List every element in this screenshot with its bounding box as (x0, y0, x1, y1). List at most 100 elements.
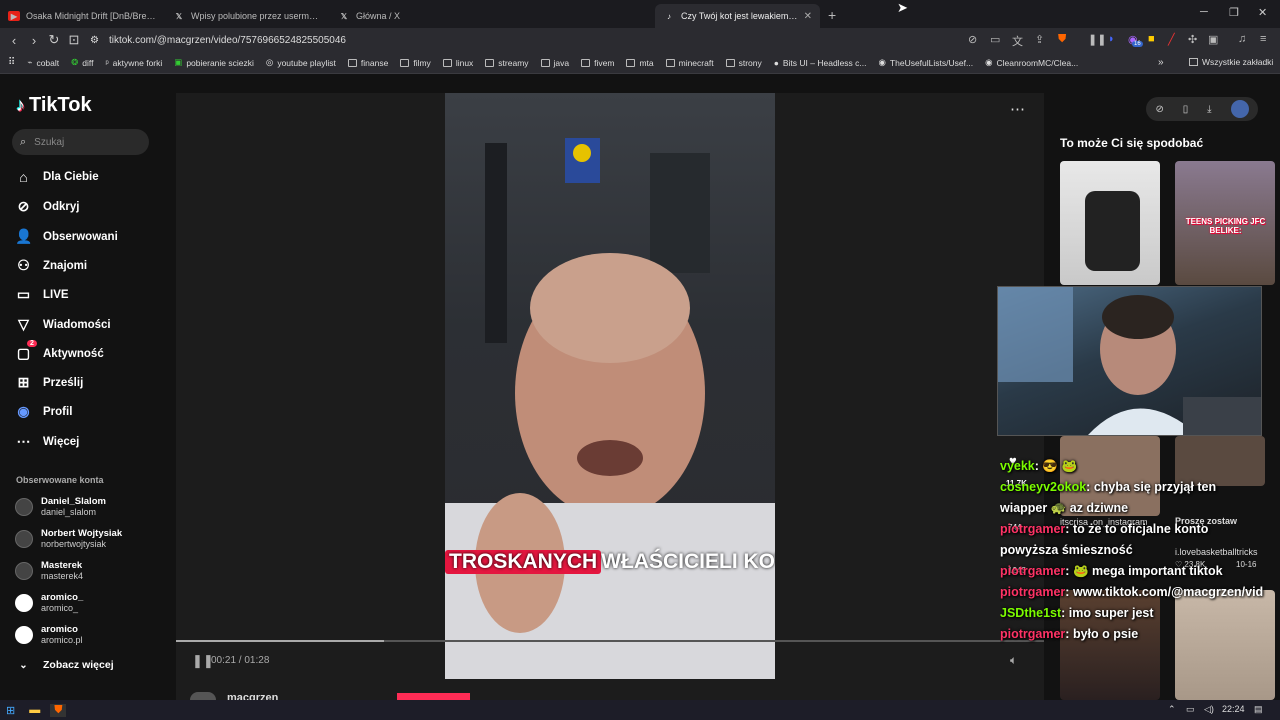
profile-icon: ◉ (17, 403, 30, 419)
bookmark-item[interactable]: ▣ pobieranie sciezki (174, 57, 254, 68)
minimize-icon[interactable]: ─ (1200, 6, 1208, 18)
bookmark-item[interactable]: ● Bits UI – Headless c... (774, 58, 867, 68)
address-bar[interactable]: ⚙ tiktok.com/@macgrzen/video/75769665248… (90, 31, 890, 49)
bookmark-folder[interactable]: minecraft (665, 58, 714, 68)
nav-friends[interactable]: ⚇ Znajomi (15, 257, 87, 274)
nav-label: Więcej (43, 435, 80, 448)
bookmarks-bar: ⠿ ⌁ cobalt ❂ diff ᵖ aktywne forki ▣ pobieran… (0, 52, 1280, 74)
apps-icon[interactable]: ⠿ (8, 57, 15, 68)
share-icon[interactable]: ⇪ (1035, 33, 1044, 46)
notifications-icon[interactable]: ▤ (1254, 704, 1263, 715)
chat-text: www.tiktok.com/@macgrzen/vid (1072, 585, 1264, 599)
reload-icon[interactable]: ↻ (44, 32, 64, 48)
bookmark-folder[interactable]: filmy (400, 58, 431, 68)
circle-icon: ● (773, 57, 779, 68)
followed-account[interactable]: aromico_ aromico_ (15, 592, 83, 614)
nav-activity[interactable]: ▢ 2 Aktywność (15, 340, 104, 362)
video-progress-bar[interactable] (176, 640, 1044, 642)
followed-account[interactable]: Masterek masterek4 (15, 560, 83, 582)
tiktok-icon: ♪ (667, 11, 671, 21)
folder-icon (347, 58, 357, 67)
tray-chevron-icon[interactable]: ⌃ (1168, 704, 1176, 715)
nav-for-you[interactable]: ⌂ Dla Ciebie (15, 169, 98, 185)
extension-icon[interactable]: ■ (1148, 33, 1155, 45)
nav-explore[interactable]: ⊘ Odkryj (15, 198, 80, 215)
bookmark-item[interactable]: ⌁ cobalt (27, 57, 59, 68)
network-icon[interactable]: ▭ (1186, 704, 1195, 715)
bookmark-item[interactable]: ◎ youtube playlist (266, 57, 336, 68)
tiktok-logo[interactable]: ♪ TikTok (16, 94, 92, 117)
bookmark-item[interactable]: ❂ diff (71, 57, 93, 68)
brave-browser-icon[interactable]: ⛊ (50, 703, 67, 717)
suggestion-thumbnail[interactable] (1060, 161, 1160, 285)
bookmark-folder[interactable]: streamy (485, 58, 529, 68)
bookmark-folder[interactable]: linux (442, 58, 473, 68)
translate-icon[interactable]: 文 (1012, 33, 1023, 49)
bookmark-label: mta (639, 57, 654, 68)
followed-account[interactable]: aromico aromico.pl (15, 624, 83, 646)
close-window-icon[interactable]: ✕ (1258, 6, 1267, 19)
all-bookmarks-button[interactable]: Wszystkie zakładki (1189, 57, 1273, 67)
site-info-icon[interactable]: ⚙ (90, 35, 99, 46)
music-icon[interactable]: ♫ (1238, 33, 1246, 45)
search-input[interactable]: ⌕ Szukaj (12, 129, 149, 155)
coin-icon[interactable]: ⊘ (1155, 104, 1163, 115)
close-tab-icon[interactable]: ✕ (804, 11, 812, 22)
phone-icon[interactable]: ▯ (1183, 104, 1189, 115)
browser-tab[interactable]: ▶ Osaka Midnight Drift [DnB/Break... (0, 4, 165, 28)
windows-start-icon[interactable]: ⊞ (6, 704, 15, 717)
nav-following[interactable]: 👤 Obserwowani (15, 228, 118, 245)
download-icon[interactable]: ⤓ (1207, 104, 1211, 115)
maximize-icon[interactable]: ❐ (1229, 6, 1239, 19)
bookmark-item[interactable]: ᵖ aktywne forki (105, 58, 162, 68)
followed-account[interactable]: Daniel_Slalom daniel_slalom (15, 496, 106, 518)
browser-tab[interactable]: 𝕏 Wpisy polubione przez usermacieg ( (165, 4, 330, 28)
poster-sun (573, 144, 591, 162)
pause-extension-icon[interactable]: ❚❚ (1088, 33, 1106, 46)
bookmark-folder[interactable]: java (540, 58, 569, 68)
more-options-icon[interactable]: ⋯ (1010, 100, 1026, 118)
extension-icon[interactable]: ◗ (1108, 33, 1115, 45)
browser-tab[interactable]: 𝕏 Główna / X (330, 4, 495, 28)
new-tab-button[interactable]: + (828, 7, 836, 23)
extension-icon[interactable]: ▭ (990, 33, 1000, 46)
extension-icon[interactable]: ⊘ (968, 33, 977, 46)
nav-more[interactable]: ⋯ Więcej (15, 433, 80, 450)
video-player[interactable] (445, 93, 775, 679)
chat-message: vyekk: 😎 🐸 (1000, 459, 1078, 473)
bookmark-folder[interactable]: finanse (347, 58, 388, 68)
bookmark-icon[interactable]: ⊡ (64, 32, 84, 48)
nav-upload[interactable]: ⊞ Prześlij (15, 374, 84, 391)
account-name: aromico (41, 624, 78, 635)
account-handle: aromico.pl (41, 635, 83, 645)
puzzle-icon[interactable]: ✣ (1188, 33, 1197, 46)
author-avatar[interactable] (190, 692, 216, 700)
forward-icon[interactable]: › (24, 33, 44, 48)
bookmark-folder[interactable]: strony (725, 58, 762, 68)
user-avatar[interactable] (1230, 100, 1249, 118)
followed-account[interactable]: Norbert Wojtysiak norbertwojtysiak (15, 528, 122, 550)
following-icon: 👤 (15, 228, 33, 244)
volume-tray-icon[interactable]: ◁) (1204, 704, 1214, 715)
browser-tab-active[interactable]: ♪ Czy Twój kot jest lewakiem? | ✕ (655, 4, 820, 28)
bookmark-folder[interactable]: fivem (581, 58, 614, 68)
video-time: 00:21 / 01:28 (211, 655, 270, 666)
compass-icon: ⊘ (17, 198, 30, 214)
sidebar-icon[interactable]: ▣ (1208, 33, 1218, 46)
nav-live[interactable]: ▭ LIVE (15, 286, 69, 303)
file-explorer-icon[interactable]: ▬ (29, 704, 40, 716)
tab-title: Wpisy polubione przez usermacieg ( (191, 11, 322, 21)
nav-profile[interactable]: ◉ Profil (15, 403, 72, 420)
menu-icon[interactable]: ≡ (1260, 33, 1266, 45)
nav-messages[interactable]: ▽ Wiadomości (15, 316, 111, 333)
bookmark-folder[interactable]: mta (626, 57, 654, 68)
back-icon[interactable]: ‹ (4, 33, 24, 48)
bookmark-item[interactable]: ◉ TheUsefulLists/Usef... (879, 57, 974, 68)
see-more-button[interactable]: ⌄ Zobacz więcej (15, 659, 113, 671)
volume-icon[interactable]: 🔈︎ (1010, 653, 1017, 668)
brave-shield-icon[interactable]: ⛊ (1058, 33, 1066, 46)
suggestion-thumbnail[interactable]: TEENS PICKING JFC BELIKE: (1175, 161, 1275, 285)
more-bookmarks-icon[interactable]: » (1158, 57, 1164, 68)
bookmark-item[interactable]: ◉ CleanroomMC/Clea... (985, 57, 1078, 68)
extension-icon[interactable]: ╱ (1168, 33, 1175, 46)
